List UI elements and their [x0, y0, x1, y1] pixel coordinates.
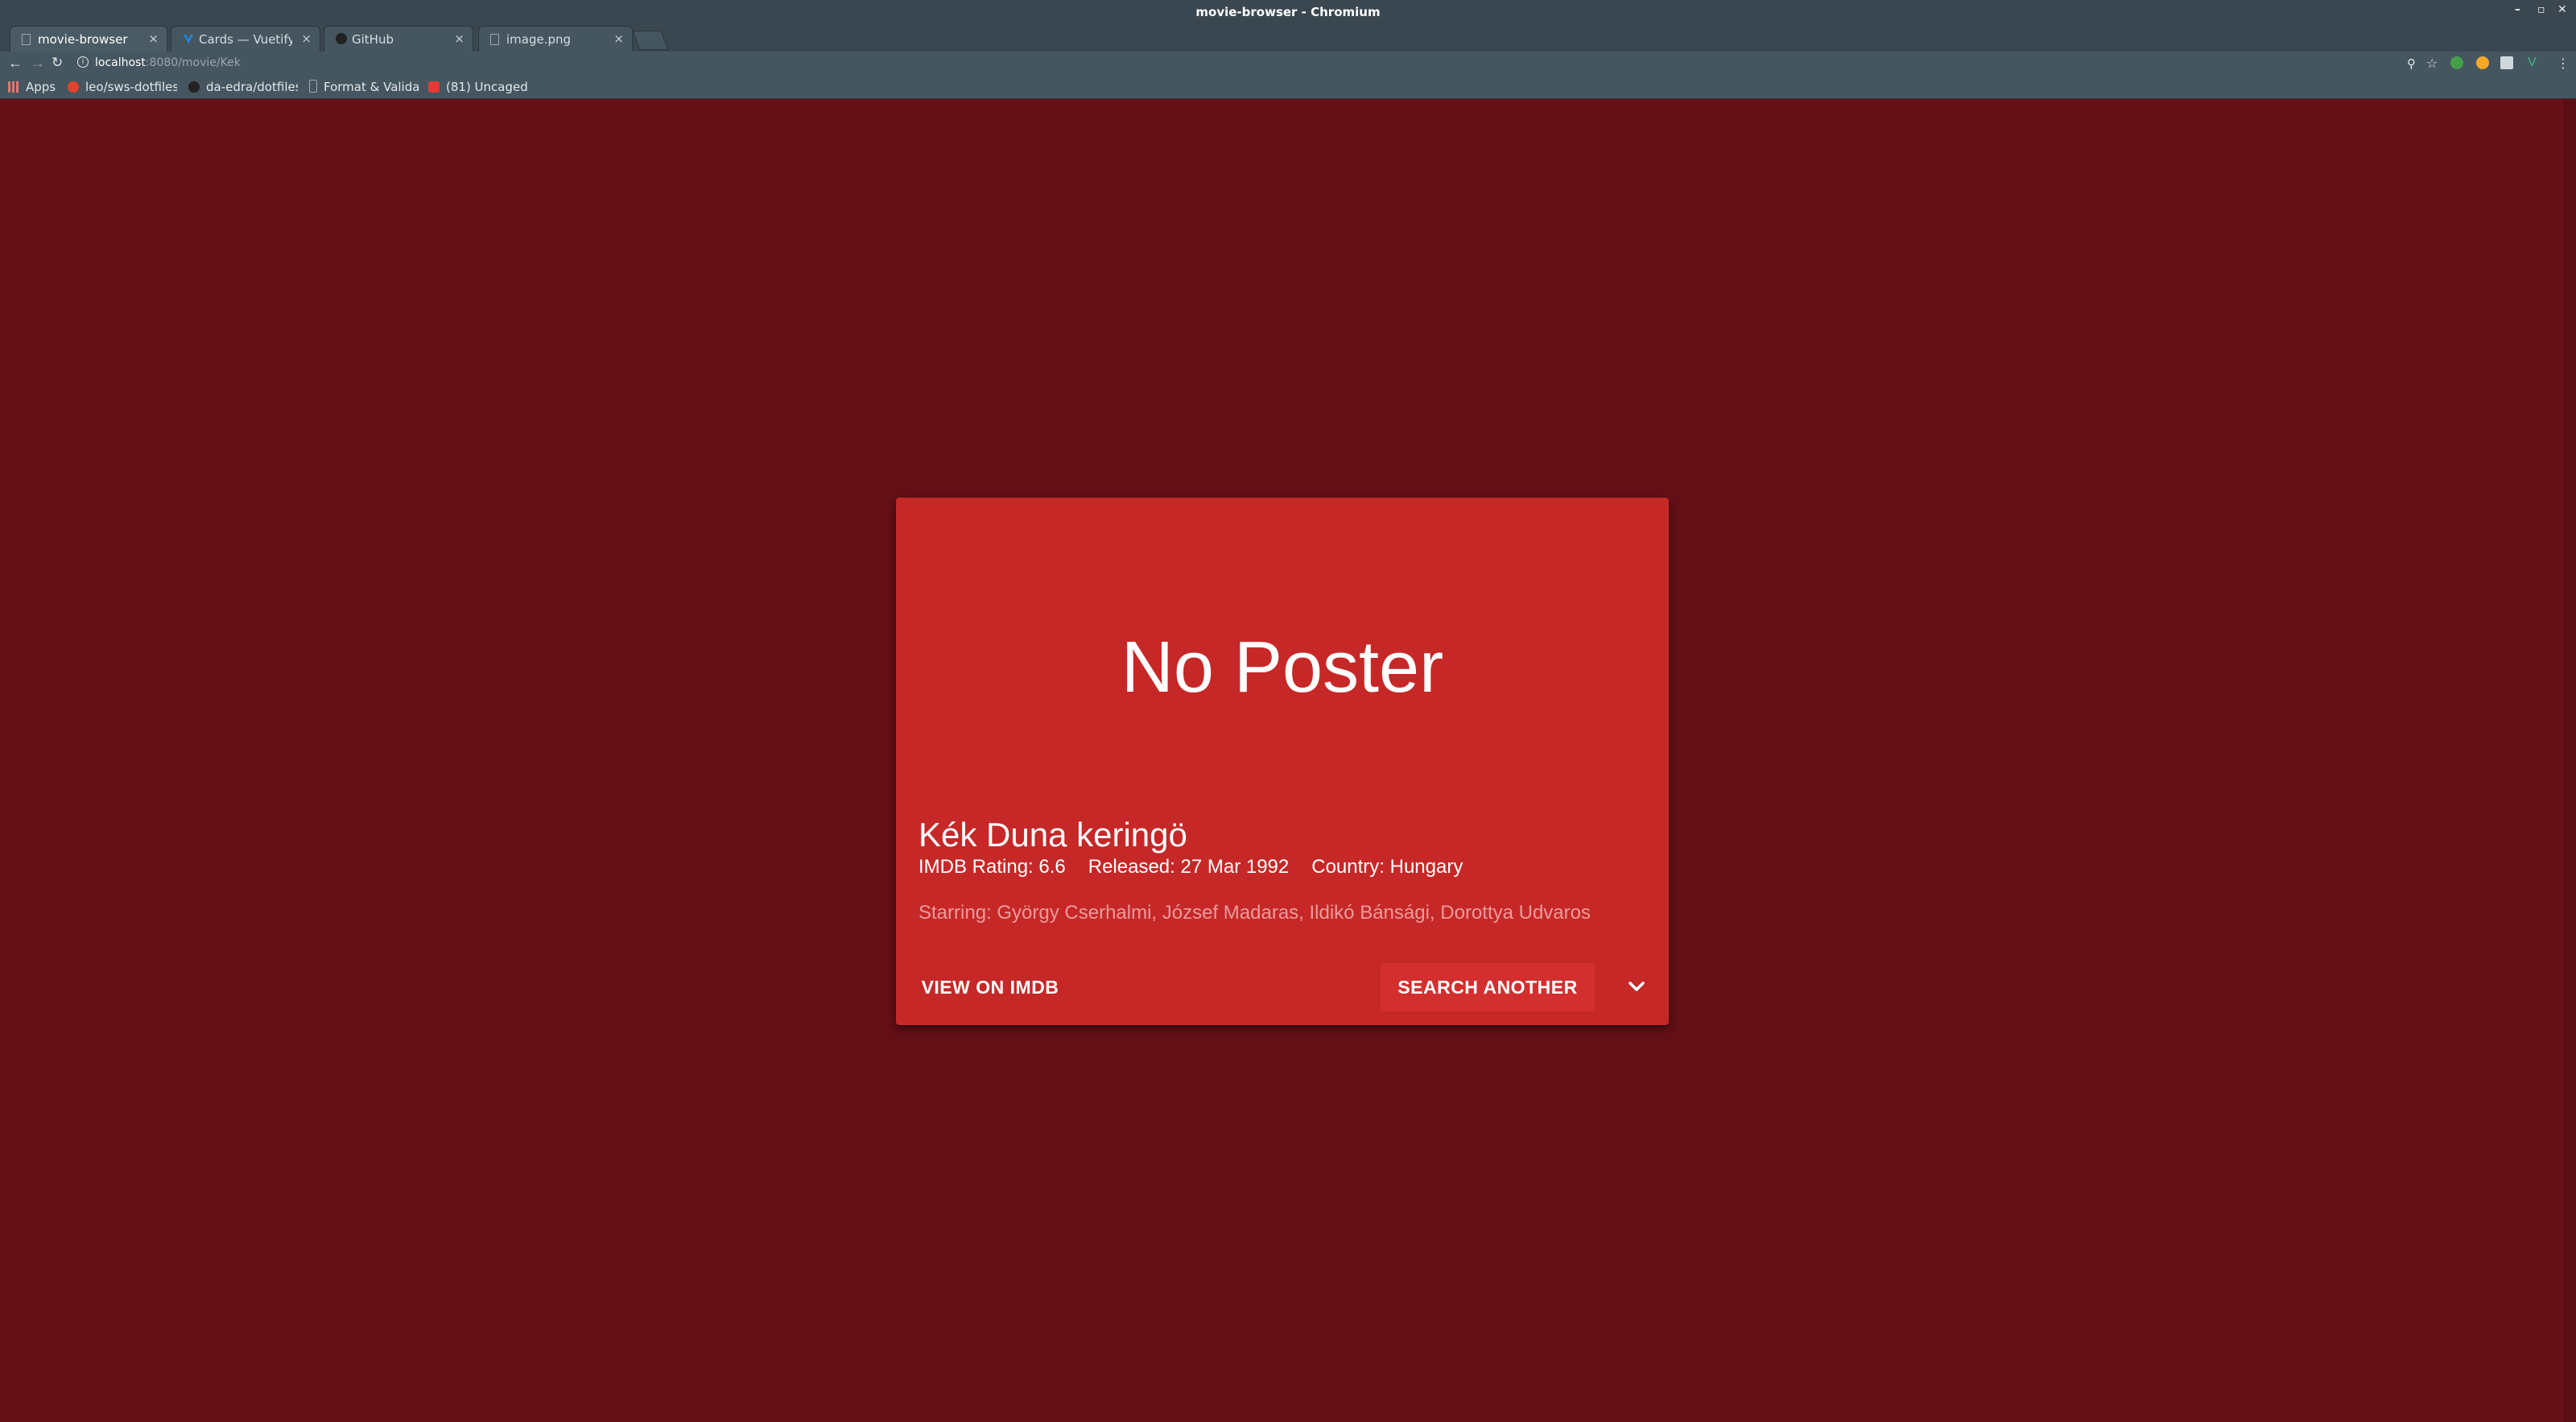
- bookmark-format-validate[interactable]: Format & Validate: [309, 80, 419, 94]
- star-icon[interactable]: ☆: [2426, 56, 2438, 72]
- address-text: localhost:8080/movie/Kek: [95, 56, 241, 69]
- github-icon: [336, 33, 347, 44]
- tab-cards-vuetify[interactable]: Cards — Vuetify.js ×: [171, 26, 320, 52]
- info-icon[interactable]: i: [77, 56, 89, 68]
- browser-toolbar: ← → ↻ i localhost:8080/movie/Kek ⚲ ☆ V ⋮: [0, 52, 2576, 76]
- close-window-icon[interactable]: ✕: [2557, 3, 2567, 16]
- movie-meta: IMDB Rating: 6.6 Released: 27 Mar 1992 Cou…: [919, 856, 1485, 878]
- country: Country: Hungary: [1311, 856, 1463, 878]
- bookmark-sws-dotfiles[interactable]: leo/sws-dotfiles: [68, 80, 177, 94]
- chevron-down-icon[interactable]: [1620, 971, 1653, 1003]
- movie-card: No Poster Kék Duna keringö IMDB Rating: …: [896, 498, 1669, 1025]
- tab-label: GitHub: [352, 32, 394, 47]
- address-bar[interactable]: i localhost:8080/movie/Kek: [76, 55, 2410, 72]
- tab-strip: movie-browser × Cards — Vuetify.js × Git…: [0, 24, 2576, 52]
- bookmarks-bar: Apps leo/sws-dotfiles da-edra/dotfiles F…: [0, 76, 2576, 99]
- tab-label: image.png: [506, 32, 572, 47]
- bookmark-da-edra-dotfiles[interactable]: da-edra/dotfiles: [188, 80, 298, 94]
- bookmark-label: leo/sws-dotfiles: [85, 80, 177, 94]
- tab-label: movie-browser: [38, 32, 128, 47]
- page-icon: [309, 80, 317, 93]
- address-path: :8080/movie/Kek: [145, 56, 241, 69]
- page-scrollbar[interactable]: [2564, 99, 2576, 1422]
- extension-screen-icon[interactable]: [2500, 56, 2513, 69]
- forward-icon[interactable]: →: [31, 55, 45, 72]
- tab-github[interactable]: GitHub ×: [324, 26, 473, 52]
- tab-image-png[interactable]: image.png ×: [478, 26, 633, 52]
- extension-green-icon[interactable]: [2450, 56, 2463, 69]
- window-titlebar: movie-browser - Chromium – ▫ ✕: [0, 0, 2576, 24]
- bookmark-label: Format & Validate: [324, 80, 419, 94]
- close-tab-icon[interactable]: ×: [148, 31, 159, 46]
- minimize-icon[interactable]: –: [2515, 3, 2520, 16]
- release-date: Released: 27 Mar 1992: [1088, 856, 1290, 878]
- reload-icon[interactable]: ↻: [52, 55, 63, 71]
- close-tab-icon[interactable]: ×: [613, 31, 624, 46]
- imdb-rating: IMDB Rating: 6.6: [919, 856, 1066, 878]
- github-icon: [188, 81, 200, 93]
- zoom-icon[interactable]: ⚲: [2407, 56, 2416, 71]
- bookmark-label: da-edra/dotfiles: [206, 80, 298, 94]
- bookmark-label: (81) Uncaged: [446, 80, 528, 94]
- new-tab-button[interactable]: [632, 31, 669, 50]
- vuetify-icon: [183, 33, 194, 44]
- menu-icon[interactable]: ⋮: [2557, 56, 2570, 72]
- maximize-icon[interactable]: ▫: [2537, 3, 2545, 16]
- close-tab-icon[interactable]: ×: [301, 31, 312, 46]
- close-tab-icon[interactable]: ×: [454, 31, 464, 46]
- page-icon: [490, 34, 499, 45]
- tab-label: Cards — Vuetify.js: [199, 32, 292, 47]
- back-icon[interactable]: ←: [8, 55, 23, 72]
- view-on-imdb-button[interactable]: VIEW ON IMDB: [907, 963, 1073, 1011]
- starring: Starring: György Cserhalmi, József Madar…: [919, 902, 1591, 924]
- poster-placeholder: No Poster: [1121, 627, 1444, 708]
- address-host: localhost: [95, 56, 146, 69]
- page-content: No Poster Kék Duna keringö IMDB Rating: …: [0, 99, 2576, 1422]
- gitlab-icon: [68, 81, 79, 93]
- extension-dark-icon[interactable]: [2476, 56, 2489, 69]
- bookmark-apps[interactable]: Apps: [8, 80, 64, 94]
- youtube-icon: [428, 81, 440, 93]
- tab-movie-browser[interactable]: movie-browser ×: [10, 26, 167, 52]
- bookmark-uncaged[interactable]: (81) Uncaged: [428, 80, 538, 94]
- movie-title: Kék Duna keringö: [919, 816, 1187, 854]
- window-title: movie-browser - Chromium: [1195, 5, 1381, 19]
- search-another-button[interactable]: SEARCH ANOTHER: [1381, 963, 1595, 1011]
- page-icon: [22, 34, 31, 45]
- vue-devtools-icon[interactable]: V: [2528, 56, 2537, 70]
- bookmark-label: Apps: [26, 80, 56, 94]
- apps-grid-icon: [8, 81, 19, 93]
